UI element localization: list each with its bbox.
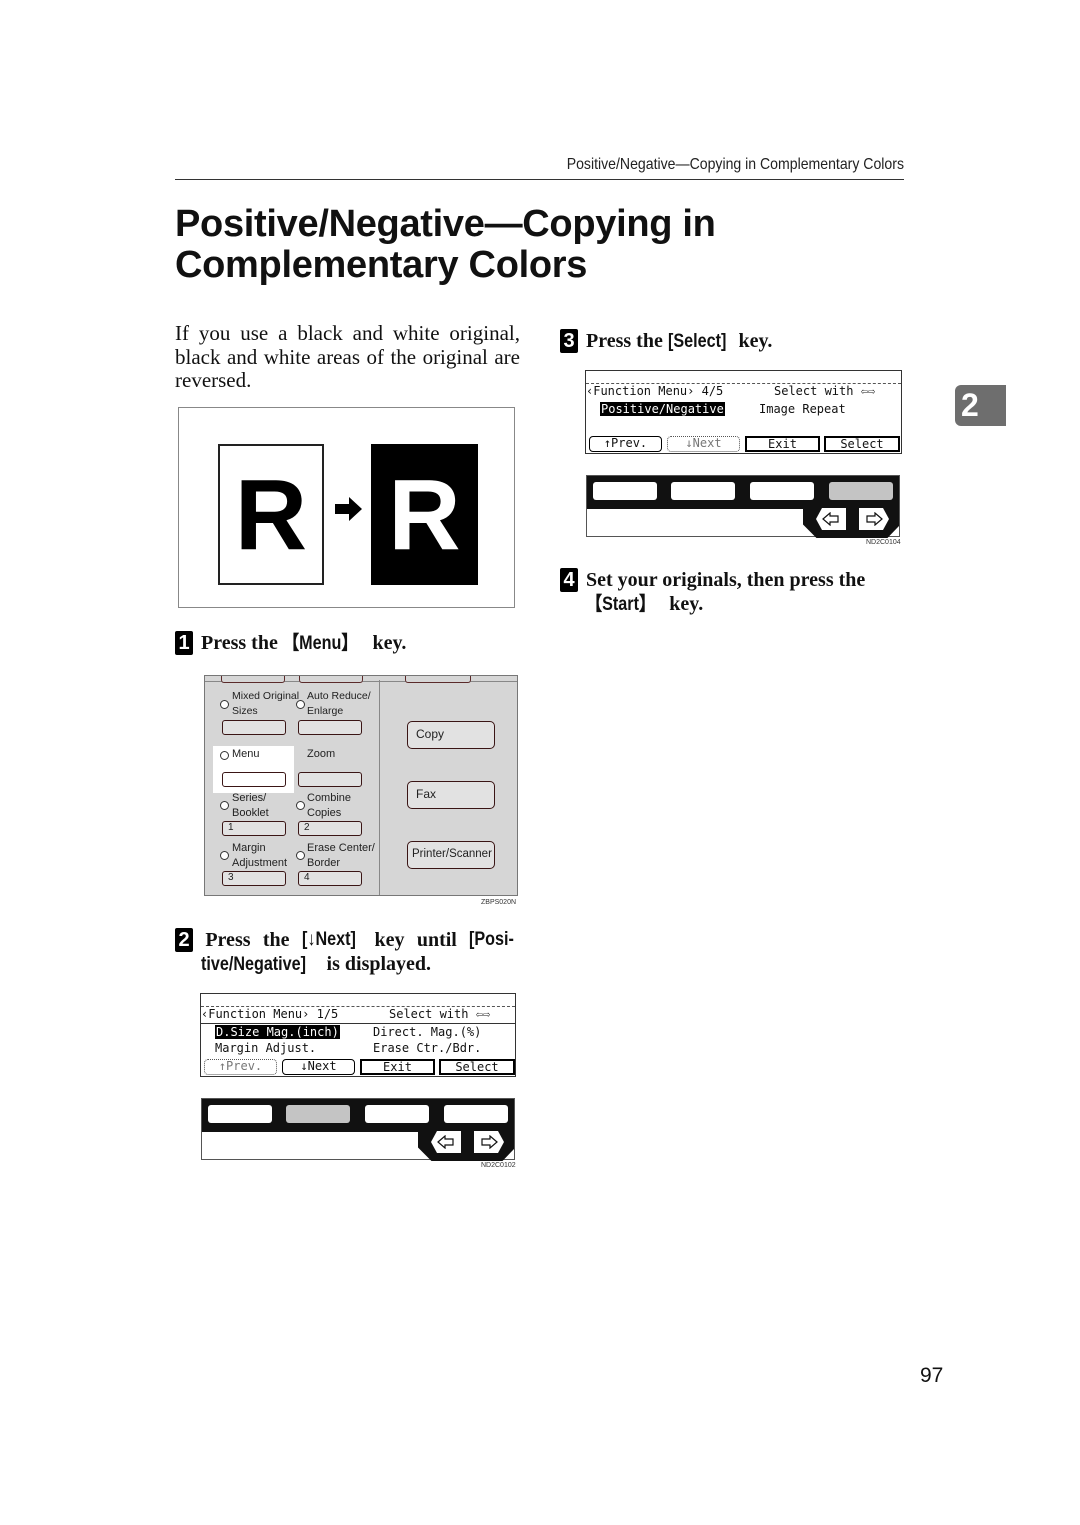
copy-mode-key[interactable]: Copy: [407, 721, 495, 749]
series-booklet-key[interactable]: 1: [222, 821, 286, 836]
step-3: 3 Press the [Select] key.: [560, 329, 772, 354]
reversed-letter: R: [388, 458, 461, 571]
margin-adjustment-key[interactable]: 3: [222, 871, 286, 886]
right-arrow-key[interactable]: [859, 508, 889, 530]
lcd-item-erase-ctr-bdr[interactable]: Erase Ctr./Bdr.: [373, 1041, 481, 1056]
soft-key-3[interactable]: [365, 1105, 429, 1123]
step-1: 1 Press the 【Menu】 key.: [175, 631, 406, 656]
page-title: Positive/Negative—Copying in Complementa…: [175, 204, 716, 286]
lcd-screen-function-menu-1: ‹Function Menu› 1/5 Select with ⇦⇨ D.Siz…: [200, 993, 516, 1077]
lcd-item-positive-negative-selected[interactable]: Positive/Negative: [600, 402, 725, 416]
soft-key-2-next-pressed[interactable]: [286, 1105, 350, 1123]
step-number: 4: [560, 568, 578, 592]
lcd-header-left: ‹Function Menu› 1/5: [201, 1007, 339, 1021]
header-rule: [175, 179, 904, 180]
indicator-led: [296, 801, 305, 810]
soft-key-4[interactable]: [444, 1105, 508, 1123]
soft-key-1[interactable]: [208, 1105, 272, 1123]
auto-reduce-enlarge-key[interactable]: [298, 720, 362, 735]
indicator-led: [296, 851, 305, 860]
combine-copies-key[interactable]: 2: [298, 821, 362, 836]
select-key-label: [Select]: [667, 331, 727, 352]
soft-key-3[interactable]: [750, 482, 814, 500]
figure-code: ND2C0104: [866, 539, 901, 546]
lcd-item-direct-mag[interactable]: Direct. Mag.(%): [373, 1025, 481, 1040]
printer-scanner-mode-key[interactable]: Printer/Scanner: [407, 841, 495, 869]
lcd-item-dsize-mag-selected[interactable]: D.Size Mag.(inch): [215, 1025, 340, 1039]
intro-paragraph: If you use a black and white original, b…: [175, 321, 520, 392]
step-number: 2: [175, 928, 193, 952]
page-number: 97: [920, 1364, 944, 1387]
lcd-next-button[interactable]: ↓Next: [667, 436, 740, 452]
step-number: 3: [560, 329, 578, 353]
right-arrow-key[interactable]: [474, 1131, 504, 1153]
lcd-prev-button[interactable]: ↑Prev.: [204, 1059, 277, 1075]
mixed-original-sizes-key[interactable]: [222, 720, 286, 735]
original-sheet: R: [218, 444, 324, 585]
soft-key-2[interactable]: [671, 482, 735, 500]
chapter-tab: 2: [955, 385, 1006, 426]
indicator-led: [220, 851, 229, 860]
positive-negative-label: tive/Negative]: [201, 954, 307, 975]
next-key-label: [↓Next]: [301, 929, 356, 950]
indicator-led: [220, 700, 229, 709]
step-2: 2 Press the [↓Next] key until [Posi- tiv…: [175, 928, 519, 977]
step-number: 1: [175, 631, 193, 655]
soft-key-4-select-pressed[interactable]: [829, 482, 893, 500]
zoom-key[interactable]: [298, 772, 362, 787]
lcd-next-button[interactable]: ↓Next: [282, 1059, 355, 1075]
panel-top-key: [221, 676, 285, 683]
left-arrow-icon: [437, 1135, 454, 1149]
lcd-item-image-repeat[interactable]: Image Repeat: [759, 402, 846, 417]
control-panel: Mixed Original Sizes Auto Reduce/Enlarge …: [204, 675, 518, 896]
right-arrow-icon: [866, 512, 883, 526]
running-header: Positive/Negative—Copying in Complementa…: [566, 156, 904, 173]
left-arrow-key[interactable]: [431, 1131, 461, 1153]
panel-top-key: [405, 676, 471, 683]
left-arrow-key[interactable]: [816, 508, 846, 530]
erase-center-border-key[interactable]: 4: [298, 871, 362, 886]
indicator-led: [220, 751, 229, 760]
left-arrow-icon: [822, 512, 839, 526]
lcd-select-button[interactable]: Select: [824, 436, 900, 452]
soft-key-strip: [586, 475, 900, 538]
panel-top-key: [299, 676, 363, 683]
figure-code: ND2C0102: [481, 1162, 516, 1169]
page-title-line2: Complementary Colors: [175, 244, 588, 286]
soft-key-1[interactable]: [593, 482, 657, 500]
lcd-item-margin-adjust[interactable]: Margin Adjust.: [215, 1041, 316, 1056]
reversed-sheet: R: [371, 444, 478, 585]
lcd-select-button[interactable]: Select: [439, 1059, 515, 1075]
lcd-prev-button[interactable]: ↑Prev.: [589, 436, 662, 452]
soft-key-strip: [201, 1098, 515, 1161]
fax-mode-key[interactable]: Fax: [407, 781, 495, 809]
lcd-header-right: Select with ⇦⇨: [774, 384, 876, 398]
menu-key-label: 【Menu】: [282, 633, 358, 654]
lcd-header-right: Select with ⇦⇨: [389, 1007, 491, 1021]
lcd-exit-button[interactable]: Exit: [745, 436, 820, 452]
indicator-led: [296, 700, 305, 709]
indicator-led: [220, 801, 229, 810]
page-title-line1: Positive/Negative—Copying in: [175, 203, 716, 245]
step-4: 4 Set your originals, then press the 【Sta…: [560, 568, 905, 617]
figure-code: ZBPS020N: [481, 899, 517, 906]
menu-key[interactable]: [222, 772, 286, 787]
lcd-screen-function-menu-4: ‹Function Menu› 4/5 Select with ⇦⇨ Posit…: [585, 370, 902, 454]
start-key-label: 【Start】: [586, 594, 656, 615]
right-arrow-icon: [481, 1135, 498, 1149]
lcd-exit-button[interactable]: Exit: [360, 1059, 435, 1075]
lcd-header-left: ‹Function Menu› 4/5: [586, 384, 724, 398]
right-arrow-icon: [335, 497, 362, 521]
original-letter: R: [234, 458, 308, 571]
